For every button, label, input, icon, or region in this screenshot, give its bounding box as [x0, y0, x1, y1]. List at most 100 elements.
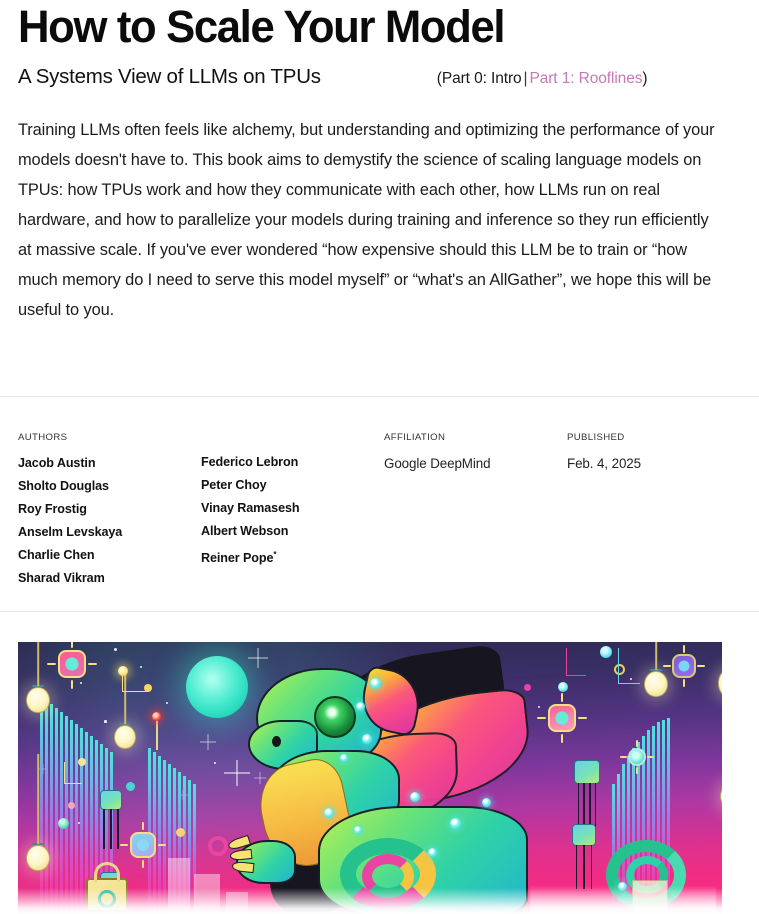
dragon-circuit-dot — [450, 818, 461, 829]
circuit-node — [524, 684, 531, 691]
bulb-glass — [26, 686, 50, 714]
chip-ray — [88, 663, 97, 666]
star-dot — [114, 648, 117, 651]
chip-ray — [142, 860, 145, 868]
chip-ray — [683, 645, 686, 653]
sun-chip-icon — [537, 693, 587, 743]
authors-label: AUTHORS — [18, 432, 68, 443]
bulb-wire — [37, 754, 39, 844]
chip-core — [672, 654, 696, 678]
dragon-circuit-dot — [356, 702, 365, 711]
chip-ray — [636, 740, 638, 747]
chip-core — [548, 704, 576, 732]
circuit-node — [58, 818, 69, 829]
author-item: Federico Lebron — [201, 454, 299, 469]
star-sparkle — [200, 734, 216, 750]
chip-ray — [142, 822, 145, 830]
dragon-eye — [314, 696, 356, 738]
circuit-trace — [618, 648, 640, 684]
lightbulb-icon — [644, 642, 668, 698]
sun-chip-icon — [620, 740, 654, 774]
moon-icon — [186, 656, 248, 718]
chip-ray — [120, 844, 128, 847]
author-item: Anselm Levskaya — [18, 525, 123, 539]
author-item: Jacob Austin — [18, 456, 96, 470]
divider-above-meta — [0, 396, 759, 397]
chip-ray — [71, 642, 74, 648]
circuit-chip-icon — [574, 760, 600, 833]
lightbulb-icon — [720, 782, 722, 810]
star-dot — [538, 706, 540, 708]
article-header: How to Scale Your Model A Systems View o… — [0, 0, 759, 89]
intro-paragraph: Training LLMs often feels like alchemy, … — [18, 120, 715, 319]
chip-core — [130, 832, 156, 858]
antenna-light — [152, 712, 161, 721]
affiliation-section: AFFILIATION Google DeepMind — [384, 432, 567, 590]
page-subtitle: A Systems View of LLMs on TPUs — [18, 64, 321, 88]
dragon-circuit-dot — [362, 734, 372, 744]
chip-ray — [71, 680, 74, 689]
bulb-glass — [26, 844, 50, 872]
dragon-circuit-dot — [410, 792, 420, 802]
chip-ray — [647, 756, 654, 758]
authors-column-1: AUTHORS Jacob Austin Sholto Douglas Roy … — [18, 432, 201, 590]
article-page: How to Scale Your Model A Systems View o… — [0, 0, 759, 914]
authors-column-2: Federico Lebron Peter Choy Vinay Ramases… — [201, 432, 384, 590]
lightbulb-icon — [114, 668, 136, 750]
divider-above-hero — [0, 611, 759, 612]
ring-icon — [208, 836, 228, 856]
bulb-wire — [37, 642, 39, 686]
star-sparkle — [254, 772, 266, 784]
bulb-glass — [114, 724, 136, 750]
star-dot — [80, 682, 83, 685]
author-item: Sharad Vikram — [18, 571, 105, 585]
chip-ray — [561, 734, 564, 743]
affiliation-label: AFFILIATION — [384, 432, 446, 443]
padlock-shackle — [94, 862, 120, 882]
chip-core — [628, 748, 646, 766]
next-part-link[interactable]: Part 1: Rooflines — [529, 70, 642, 87]
circuit-node — [176, 828, 185, 837]
star-dot — [140, 666, 142, 668]
dragon-circuit-dot — [340, 754, 348, 762]
sun-chip-icon — [663, 645, 705, 687]
antenna-mast — [156, 720, 158, 750]
bulb-glass — [644, 670, 668, 698]
chip-ray — [663, 665, 671, 668]
dragon-circuit-dot — [482, 798, 491, 807]
bulb-glass — [718, 668, 722, 698]
circuit-node — [118, 666, 128, 676]
star-dot — [214, 762, 217, 765]
author-item: Vinay Ramasesh — [201, 500, 300, 515]
hero-image — [18, 642, 722, 914]
published-section: PUBLISHED Feb. 4, 2025 — [567, 432, 741, 590]
circuit-trace — [566, 648, 586, 676]
hero-artwork — [18, 642, 722, 914]
chip-ray — [47, 663, 56, 666]
paren-close: ) — [642, 69, 648, 87]
authors-section: AUTHORS Jacob Austin Sholto Douglas Roy … — [18, 432, 384, 590]
current-part-label: Part 0: Intro — [441, 69, 522, 87]
star-dot — [166, 702, 168, 704]
affiliation-value: Google DeepMind — [384, 456, 491, 471]
published-value: Feb. 4, 2025 — [567, 456, 641, 471]
circuit-node — [68, 802, 75, 809]
dragon-circuit-dot — [354, 826, 362, 834]
author-item: Roy Frostig — [18, 502, 87, 516]
published-label: PUBLISHED — [567, 432, 625, 443]
chip-legs — [103, 809, 119, 849]
dragon-nostril — [272, 736, 281, 747]
authors-column-2-spacer — [201, 432, 384, 451]
sun-chip-icon — [47, 642, 97, 689]
author-item: Sholto Douglas — [18, 479, 109, 493]
sun-chip-icon — [120, 822, 166, 868]
circuit-node — [144, 684, 152, 692]
article-meta: AUTHORS Jacob Austin Sholto Douglas Roy … — [18, 432, 741, 590]
dragon-circuit-dot — [370, 678, 381, 689]
dragon-circuit-dot — [324, 808, 334, 818]
chip-ray — [561, 693, 564, 702]
lightbulb-icon — [26, 754, 50, 872]
subtitle-row: A Systems View of LLMs on TPUs (Part 0: … — [18, 65, 741, 89]
author-item-footnoted: Reiner Pope* — [201, 543, 384, 570]
circuit-node — [600, 646, 612, 658]
